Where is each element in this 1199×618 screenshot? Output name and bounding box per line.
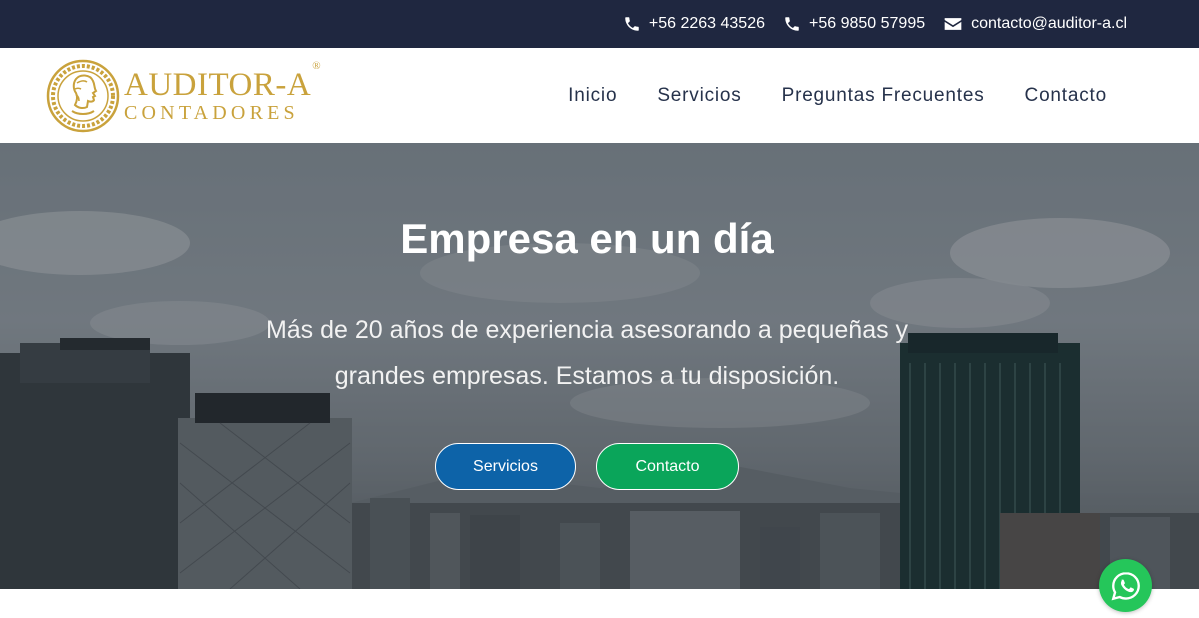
- classical-head-emblem-icon: [46, 59, 120, 133]
- phone-link-1[interactable]: +56 2263 43526: [623, 15, 765, 33]
- site-logo[interactable]: AUDITOR-A® CONTADORES: [46, 59, 322, 133]
- top-contact-bar: +56 2263 43526 +56 9850 57995 contacto@a…: [0, 0, 1199, 48]
- nav-item-servicios[interactable]: Servicios: [657, 85, 741, 107]
- logo-subtitle: CONTADORES: [124, 102, 299, 124]
- logo-wordmark: AUDITOR-A® CONTADORES: [124, 60, 322, 124]
- phone-number-2: +56 9850 57995: [809, 15, 926, 32]
- phone-icon: [785, 17, 799, 31]
- whatsapp-chat-button[interactable]: [1099, 559, 1152, 612]
- main-navbar: AUDITOR-A® CONTADORES Inicio Servicios P…: [0, 48, 1199, 143]
- contact-list: +56 2263 43526 +56 9850 57995 contacto@a…: [623, 0, 1127, 48]
- nav-item-contacto[interactable]: Contacto: [1025, 85, 1107, 107]
- nav-item-preguntas-frecuentes[interactable]: Preguntas Frecuentes: [782, 85, 985, 107]
- phone-number-1: +56 2263 43526: [648, 15, 765, 32]
- envelope-icon: [944, 18, 962, 30]
- phone-link-2[interactable]: +56 9850 57995: [783, 15, 925, 33]
- hero-description: Más de 20 años de experiencia asesorando…: [265, 316, 909, 390]
- hero-title: Empresa en un día: [400, 215, 774, 262]
- email-address: contacto@auditor-a.cl: [971, 15, 1127, 32]
- logo-name: AUDITOR-A®: [124, 60, 322, 103]
- hero-section: Empresa en un día Más de 20 años de expe…: [0, 143, 1199, 589]
- contact-button[interactable]: Contacto: [596, 443, 739, 490]
- main-menu: Inicio Servicios Preguntas Frecuentes Co…: [568, 48, 1107, 143]
- whatsapp-icon: [1111, 571, 1140, 600]
- services-button[interactable]: Servicios: [435, 443, 576, 490]
- phone-icon: [625, 17, 639, 31]
- email-link[interactable]: contacto@auditor-a.cl: [943, 14, 1127, 34]
- hero-buttons: Servicios Contacto: [435, 443, 739, 490]
- nav-item-inicio[interactable]: Inicio: [568, 85, 617, 107]
